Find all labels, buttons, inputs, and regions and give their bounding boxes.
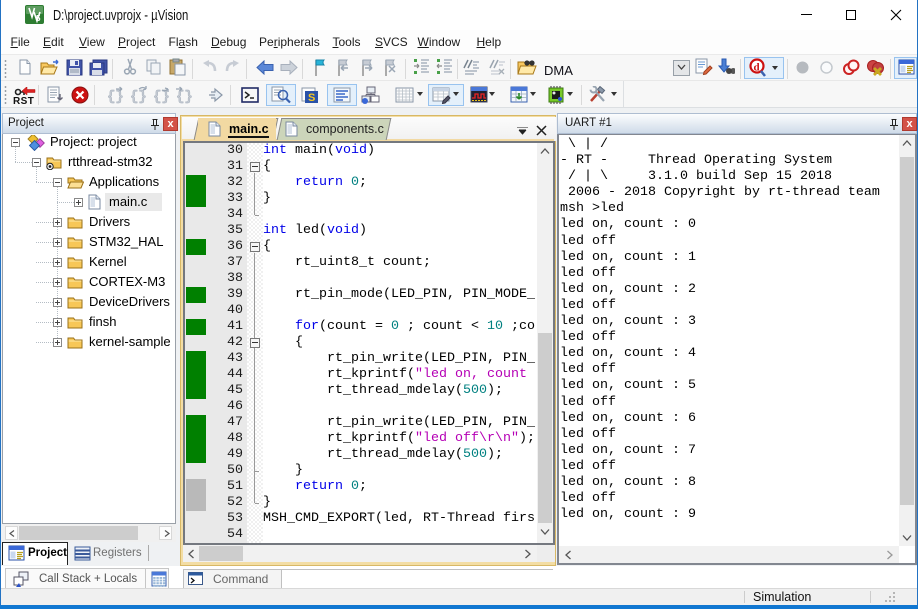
svg-text:S: S <box>308 92 315 104</box>
svg-text:{}: {} <box>107 89 124 104</box>
svg-text:5: 5 <box>36 14 41 23</box>
svg-text:d: d <box>754 62 760 74</box>
svg-text:{}: {} <box>130 89 147 104</box>
svg-text:{}: {} <box>153 89 170 104</box>
svg-text:{}: {} <box>176 89 193 104</box>
